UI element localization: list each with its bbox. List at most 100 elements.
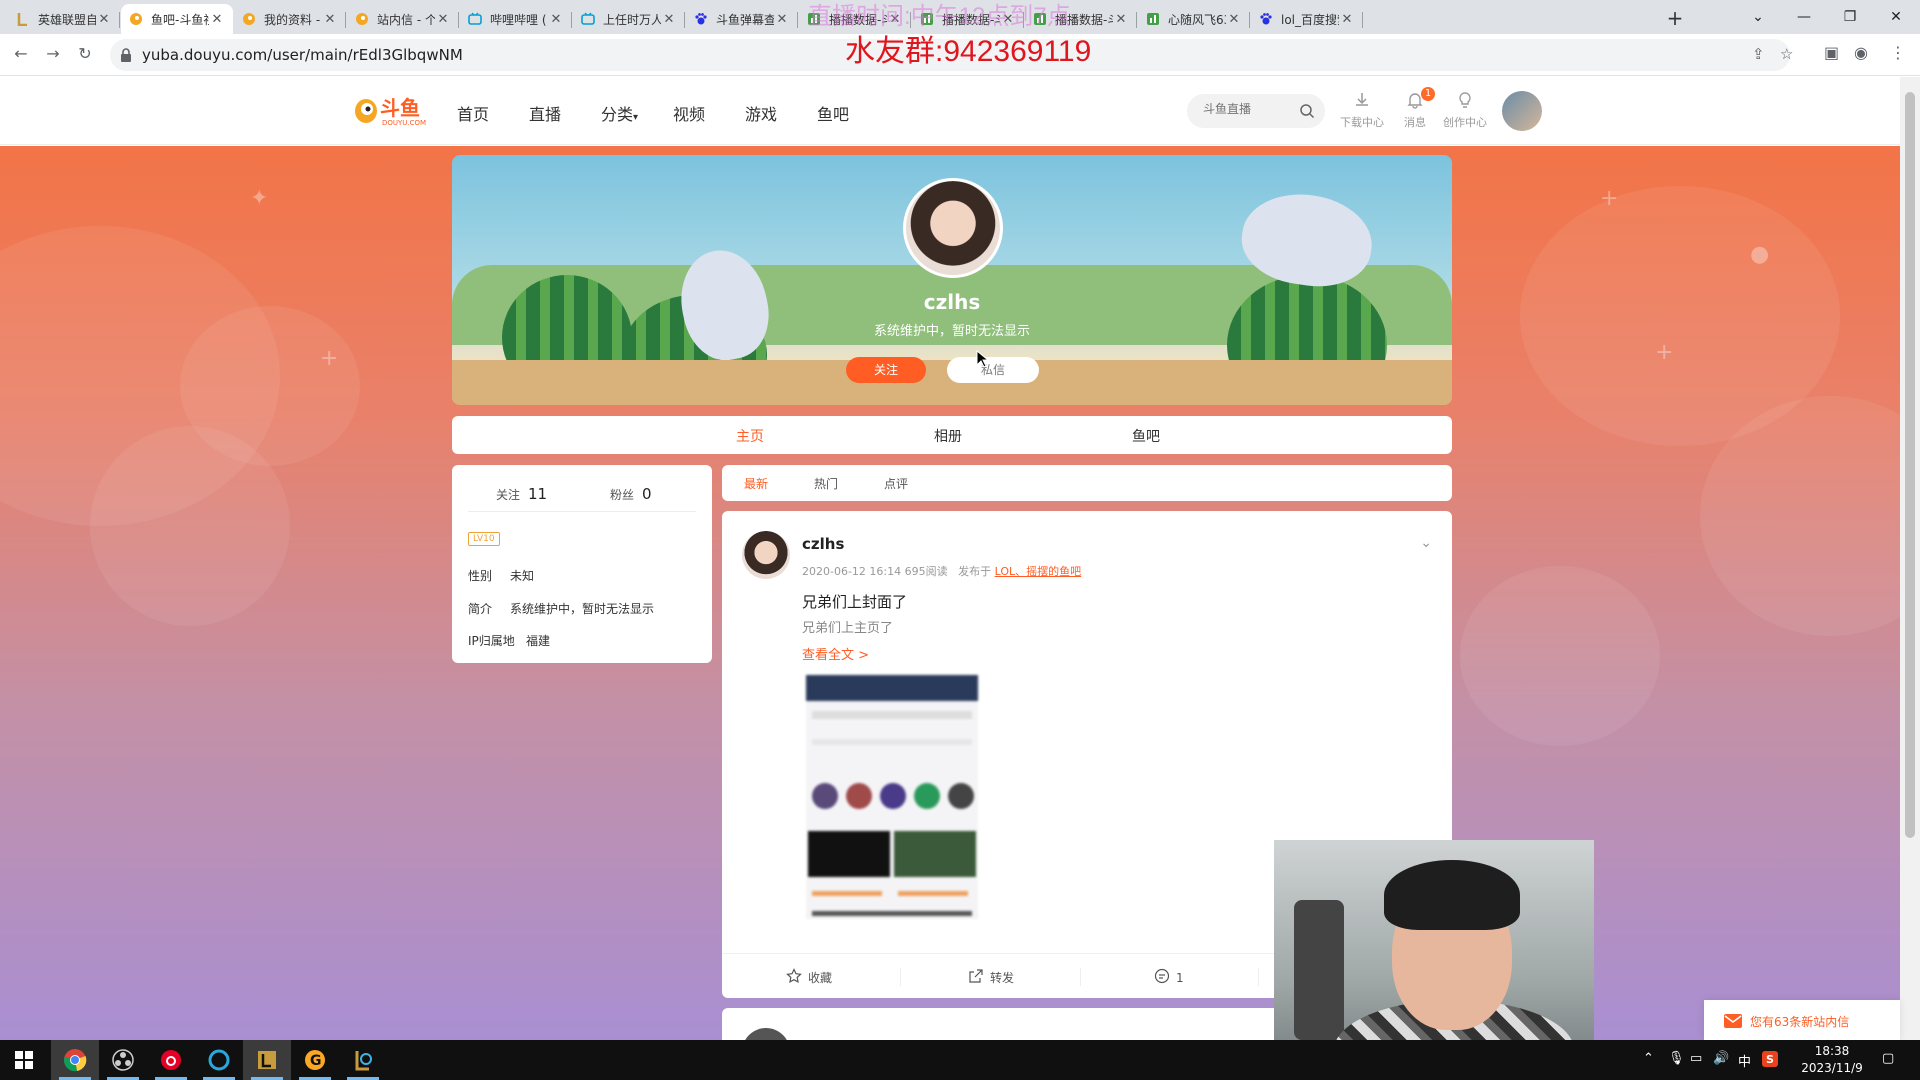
tab-search-button[interactable]: ⌄ xyxy=(1735,4,1781,30)
sogou-icon[interactable]: S xyxy=(1762,1051,1778,1071)
paw-icon xyxy=(694,12,708,26)
chrome-icon[interactable] xyxy=(51,1040,99,1080)
post-title[interactable]: 兄弟们上封面了 xyxy=(802,591,907,612)
read-more-link[interactable]: 查看全文 > xyxy=(802,644,869,663)
download-center-button[interactable]: 下载中心 xyxy=(1334,91,1390,130)
nav-category[interactable]: 分类▾ xyxy=(601,101,638,125)
messages-button[interactable]: 消息 xyxy=(1387,91,1443,130)
browser-tab[interactable]: lol_百度搜索✕ xyxy=(1251,4,1363,34)
browser-tab[interactable]: 我的资料 - 个✕ xyxy=(234,4,346,34)
back-button[interactable]: ← xyxy=(10,44,32,63)
browser-tab[interactable]: 哔哩哔哩 (✕ xyxy=(460,4,572,34)
profile-avatar xyxy=(903,178,1003,278)
nav-video[interactable]: 视频 xyxy=(673,101,705,125)
profile-icon[interactable]: ◉ xyxy=(1854,43,1868,62)
volume-icon[interactable]: 🔊 xyxy=(1713,1051,1729,1066)
user-avatar[interactable] xyxy=(1502,91,1542,131)
clock-date: 2023/11/9 xyxy=(1801,1061,1863,1075)
feed-tabs: 最新 热门 点评 xyxy=(722,465,1452,501)
chevron-down-icon[interactable]: ⌄ xyxy=(1420,535,1432,551)
feed-tab-hot[interactable]: 热门 xyxy=(814,475,838,492)
share-page-icon[interactable]: ⇪ xyxy=(1752,45,1765,63)
douyu-logo[interactable]: 斗鱼 DOUYU.COM xyxy=(352,93,430,127)
close-icon[interactable]: ✕ xyxy=(1226,12,1242,27)
scrollbar-thumb[interactable] xyxy=(1905,92,1915,838)
comment-button[interactable]: 1 xyxy=(1154,968,1184,987)
close-window-button[interactable]: ✕ xyxy=(1873,4,1919,30)
info-gender-value: 未知 xyxy=(510,569,535,583)
search-input[interactable] xyxy=(1203,102,1293,116)
post-forum-link[interactable]: LOL、摇摆的鱼吧 xyxy=(995,565,1082,578)
post-meta: 2020-06-12 16:14 695阅读 发布于 LOL、摇摆的鱼吧 xyxy=(802,563,1081,579)
g-app-icon[interactable]: G xyxy=(291,1040,339,1080)
close-icon[interactable]: ✕ xyxy=(661,12,677,27)
info-bio: 简介 系统维护中，暂时无法显示 xyxy=(468,600,654,617)
tray-expand-icon[interactable]: ⌃ xyxy=(1643,1051,1654,1066)
close-icon[interactable]: ✕ xyxy=(435,12,451,27)
bookmark-star-icon[interactable]: ☆ xyxy=(1780,45,1793,63)
bilibili-icon xyxy=(581,12,595,26)
close-icon[interactable]: ✕ xyxy=(548,12,564,27)
feed-tab-review[interactable]: 点评 xyxy=(884,475,908,492)
tab-yuba[interactable]: 鱼吧 xyxy=(1116,426,1176,446)
fans-label: 粉丝 xyxy=(610,488,635,502)
minimize-button[interactable]: — xyxy=(1781,4,1827,30)
app-icon[interactable] xyxy=(195,1040,243,1080)
svg-text:DOUYU.COM: DOUYU.COM xyxy=(382,119,426,127)
network-icon[interactable]: ▭ xyxy=(1690,1051,1702,1066)
browser-tab[interactable]: 英雄联盟自适✕ xyxy=(8,4,120,34)
side-panel-icon[interactable]: ▣ xyxy=(1824,43,1839,62)
nav-home[interactable]: 首页 xyxy=(457,101,489,125)
download-center-label: 下载中心 xyxy=(1340,116,1384,129)
new-tab-button[interactable]: + xyxy=(1663,6,1687,30)
windows-start-icon[interactable] xyxy=(0,1040,48,1080)
post-image[interactable] xyxy=(806,675,978,919)
restore-button[interactable]: ❐ xyxy=(1827,4,1873,30)
browser-tab[interactable]: 斗鱼弹幕查 ✕ xyxy=(686,4,798,34)
close-icon[interactable]: ✕ xyxy=(774,12,790,27)
follow-button[interactable]: 关注 xyxy=(846,357,926,383)
system-clock[interactable]: 18:38 2023/11/9 xyxy=(1796,1043,1868,1077)
nav-games[interactable]: 游戏 xyxy=(745,101,777,125)
forward-button[interactable]: → xyxy=(42,44,64,63)
message-count-badge: 1 xyxy=(1421,87,1435,101)
private-message-button[interactable]: 私信 xyxy=(947,357,1039,383)
search-icon[interactable] xyxy=(1299,103,1315,123)
lol-client-icon[interactable] xyxy=(243,1040,291,1080)
bilibili-icon xyxy=(468,12,482,26)
netease-music-icon[interactable] xyxy=(147,1040,195,1080)
creator-center-button[interactable]: 创作中心 xyxy=(1437,91,1493,130)
nav-live[interactable]: 直播 xyxy=(529,101,561,125)
lol-icon[interactable] xyxy=(339,1040,387,1080)
tab-album[interactable]: 相册 xyxy=(918,426,978,446)
tab-home[interactable]: 主页 xyxy=(720,426,780,446)
browser-tab[interactable]: 心随风飞63 ✕ xyxy=(1138,4,1250,34)
notification-center-icon[interactable]: ▢ xyxy=(1882,1051,1894,1066)
menu-icon[interactable]: ⋮ xyxy=(1890,43,1906,62)
close-icon[interactable]: ✕ xyxy=(209,12,225,27)
ime-indicator[interactable]: 中 xyxy=(1738,1051,1751,1070)
microphone-icon[interactable]: 🎙 xyxy=(1668,1051,1685,1066)
share-button[interactable]: 转发 xyxy=(968,968,1014,987)
close-icon[interactable]: ✕ xyxy=(96,12,112,27)
message-notification[interactable]: 您有63条新站内信 xyxy=(1704,1000,1900,1040)
nav-yuba[interactable]: 鱼吧 xyxy=(817,101,849,125)
favorite-label: 收藏 xyxy=(808,971,833,985)
close-icon[interactable]: ✕ xyxy=(1339,12,1355,27)
close-icon[interactable]: ✕ xyxy=(322,12,338,27)
browser-tab[interactable]: 站内信 - 个人✕ xyxy=(347,4,459,34)
svg-text:S: S xyxy=(1766,1053,1774,1066)
comment-count: 1 xyxy=(1176,970,1184,985)
close-icon[interactable]: ✕ xyxy=(1113,12,1129,27)
browser-tab[interactable]: 鱼吧-斗鱼社 ✕ xyxy=(121,4,233,34)
obs-icon[interactable] xyxy=(99,1040,147,1080)
feed-tab-latest[interactable]: 最新 xyxy=(744,475,768,492)
post-avatar[interactable] xyxy=(742,531,790,579)
browser-tab[interactable]: 上任时万人指✕ xyxy=(573,4,685,34)
favorite-button[interactable]: 收藏 xyxy=(786,968,832,987)
post-username[interactable]: czlhs xyxy=(802,535,844,553)
browser-tab-title: 哔哩哔哩 ( xyxy=(490,12,547,27)
following-stat[interactable]: 关注 11 xyxy=(496,485,547,503)
reload-button[interactable]: ↻ xyxy=(74,44,96,63)
fans-stat[interactable]: 粉丝 0 xyxy=(610,485,652,503)
